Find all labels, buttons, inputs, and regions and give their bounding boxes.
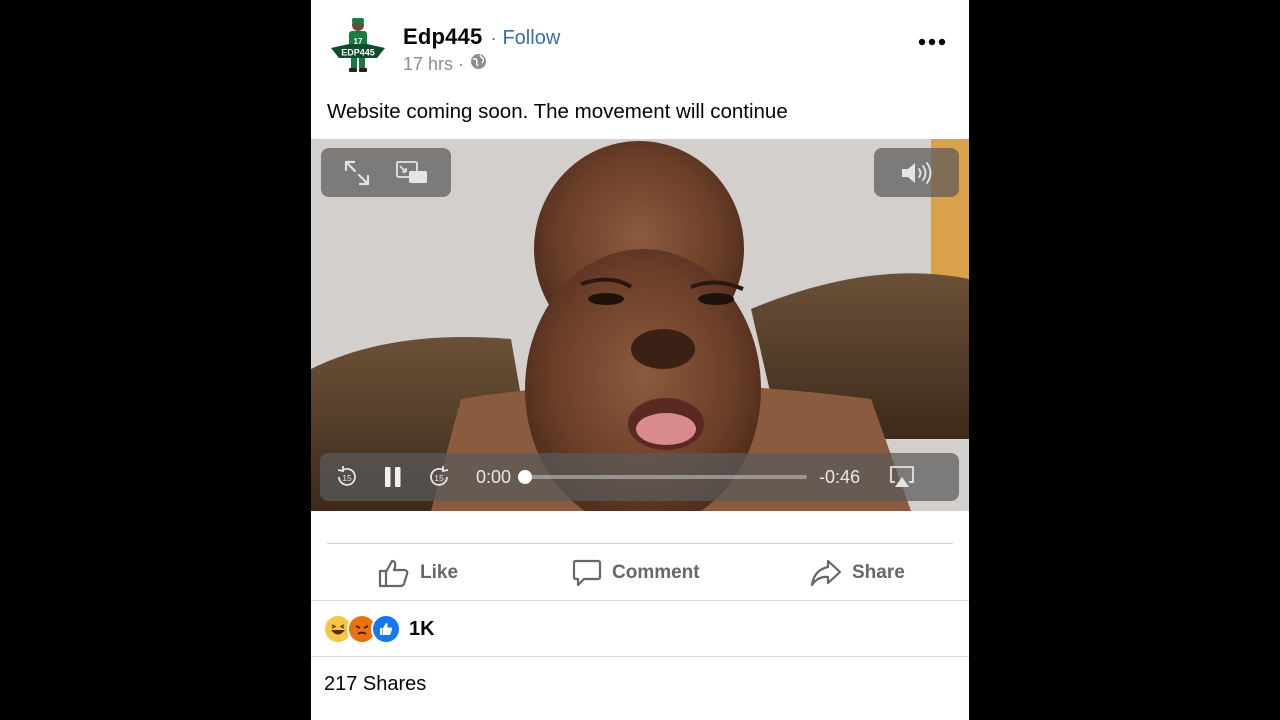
share-arrow-icon [810, 559, 842, 586]
share-button[interactable]: Share [810, 558, 905, 588]
video-volume-control [874, 148, 959, 197]
post-timestamp[interactable]: 17 hrs · [403, 54, 464, 75]
pause-icon [385, 467, 401, 487]
video-player[interactable]: 15 15 0:00 -0:46 [311, 139, 969, 511]
forward-15-icon: 15 [430, 466, 449, 486]
more-options-button[interactable] [915, 30, 949, 54]
video-scrubber[interactable] [518, 470, 808, 484]
volume-button[interactable] [899, 160, 935, 186]
video-top-left-controls [321, 148, 451, 197]
picture-in-picture-button[interactable] [395, 160, 429, 186]
facebook-post-card: 17 EDP445 Edp445 · Follow 17 hrs · Websi… [311, 0, 969, 720]
airplay-button[interactable] [888, 465, 916, 489]
scrubber-handle[interactable] [518, 470, 533, 484]
comment-label: Comment [612, 561, 700, 583]
author-name[interactable]: Edp445 [403, 24, 482, 50]
avatar-logo-text: EDP445 [341, 48, 375, 58]
actions-bottom-divider [311, 600, 969, 601]
comment-button[interactable]: Comment [572, 558, 700, 588]
time-remaining: -0:46 [819, 466, 861, 487]
author-line: Edp445 · Follow [403, 24, 560, 52]
fullscreen-button[interactable] [343, 159, 371, 187]
pause-button[interactable] [382, 465, 404, 489]
reaction-count: 1K [409, 617, 435, 640]
skip-back-button[interactable]: 15 [334, 464, 360, 490]
more-dots-icon [918, 38, 946, 46]
time-elapsed: 0:00 [476, 466, 512, 487]
video-playback-bar: 15 15 0:00 -0:46 [320, 453, 959, 501]
speaker-icon [901, 161, 931, 184]
pip-icon [396, 160, 427, 183]
post-header: 17 EDP445 Edp445 · Follow 17 hrs · [311, 0, 969, 95]
actions-top-divider [327, 543, 953, 544]
skip-forward-button[interactable]: 15 [426, 464, 452, 490]
like-button[interactable]: Like [378, 558, 458, 588]
svg-text:15: 15 [434, 473, 444, 483]
share-label: Share [852, 561, 905, 583]
post-caption: Website coming soon. The movement will c… [327, 100, 788, 123]
globe-icon [470, 53, 487, 75]
airplay-icon [890, 466, 914, 487]
separator-dot: · [490, 28, 497, 48]
like-label: Like [420, 561, 459, 583]
comment-bubble-icon [572, 559, 602, 586]
reactions-divider [311, 656, 969, 657]
post-meta: 17 hrs · [403, 53, 487, 75]
rewind-15-icon: 15 [337, 466, 356, 486]
thumbs-up-icon [378, 559, 409, 587]
expand-icon [344, 160, 370, 185]
reaction-summary[interactable]: 1K [323, 613, 435, 645]
like-reaction-icon [371, 614, 401, 644]
follow-link[interactable]: Follow [502, 27, 560, 50]
svg-text:15: 15 [342, 473, 352, 483]
author-avatar[interactable]: 17 EDP445 [327, 14, 389, 76]
post-actions: Like Comment Share [311, 545, 969, 600]
share-count[interactable]: 217 Shares [324, 673, 426, 696]
